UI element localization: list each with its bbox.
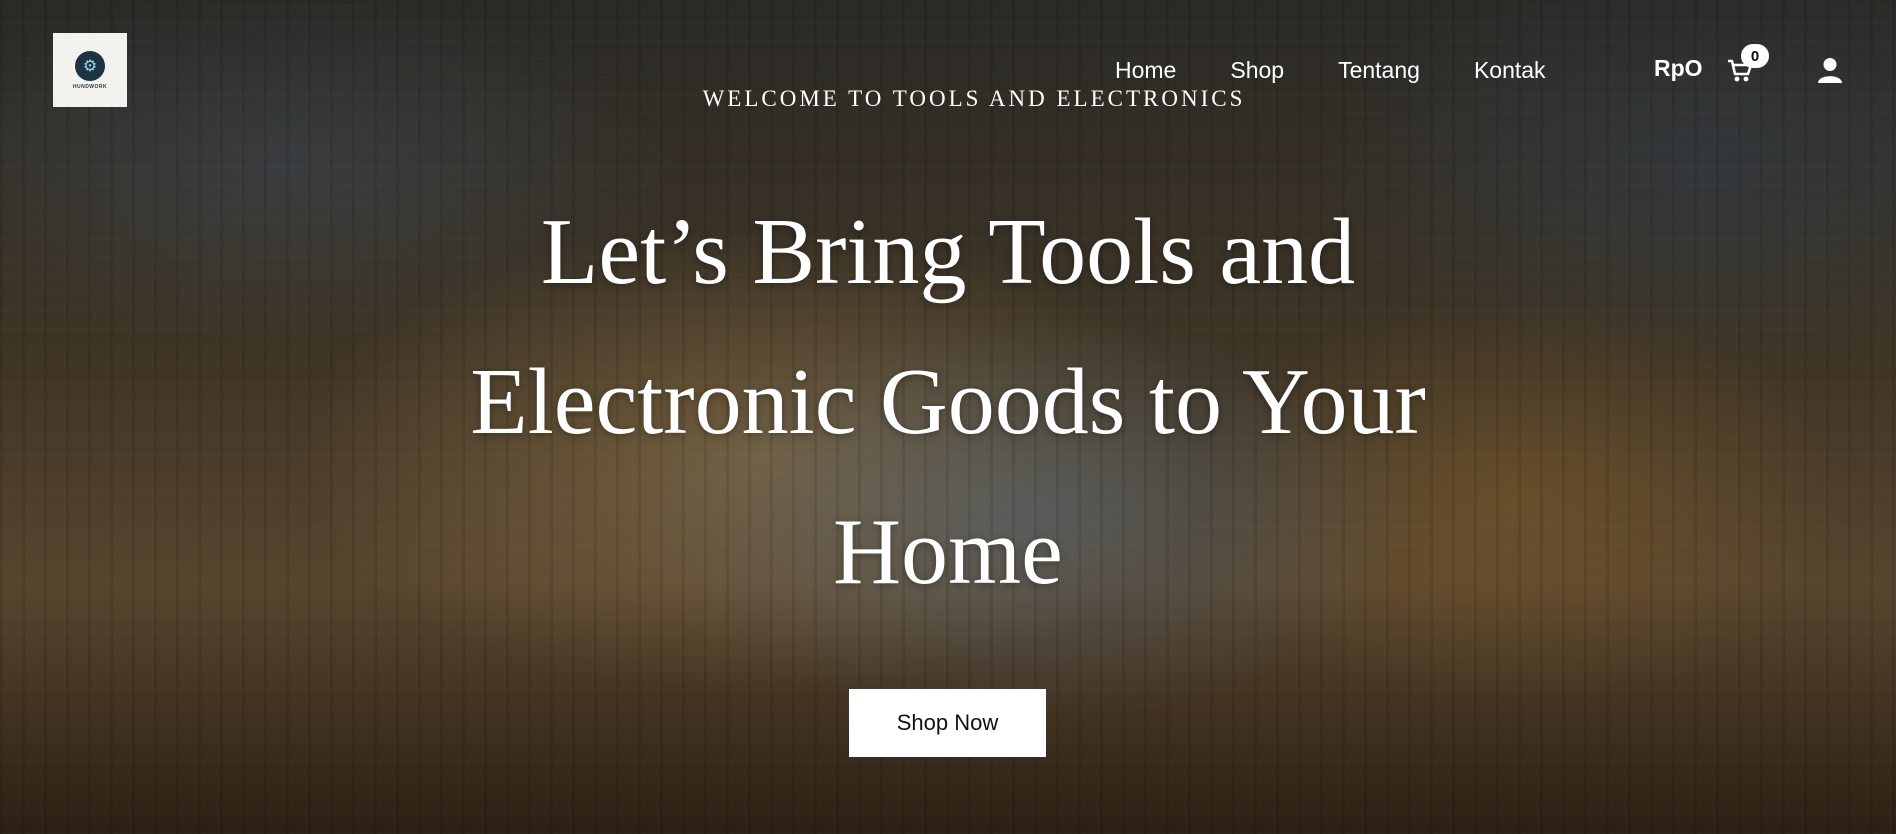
nav-item-home[interactable]: Home [1115, 56, 1176, 84]
user-icon[interactable] [1816, 56, 1844, 84]
main-nav: Home Shop Tentang Kontak [1115, 56, 1546, 84]
cart-count-badge: 0 [1741, 44, 1769, 68]
nav-item-kontak[interactable]: Kontak [1474, 56, 1546, 84]
shop-now-button[interactable]: Shop Now [849, 689, 1046, 757]
nav-item-shop[interactable]: Shop [1230, 56, 1284, 84]
nav-item-tentang[interactable]: Tentang [1338, 56, 1420, 84]
hero-eyebrow: WELCOME TO TOOLS AND ELECTRONICS [702, 86, 1246, 111]
hero-headline: Let’s Bring Tools and Electronic Goods t… [470, 200, 1426, 604]
cart-total[interactable]: RpO [1654, 55, 1703, 82]
logo-gear-icon: ⚙ [75, 50, 105, 81]
